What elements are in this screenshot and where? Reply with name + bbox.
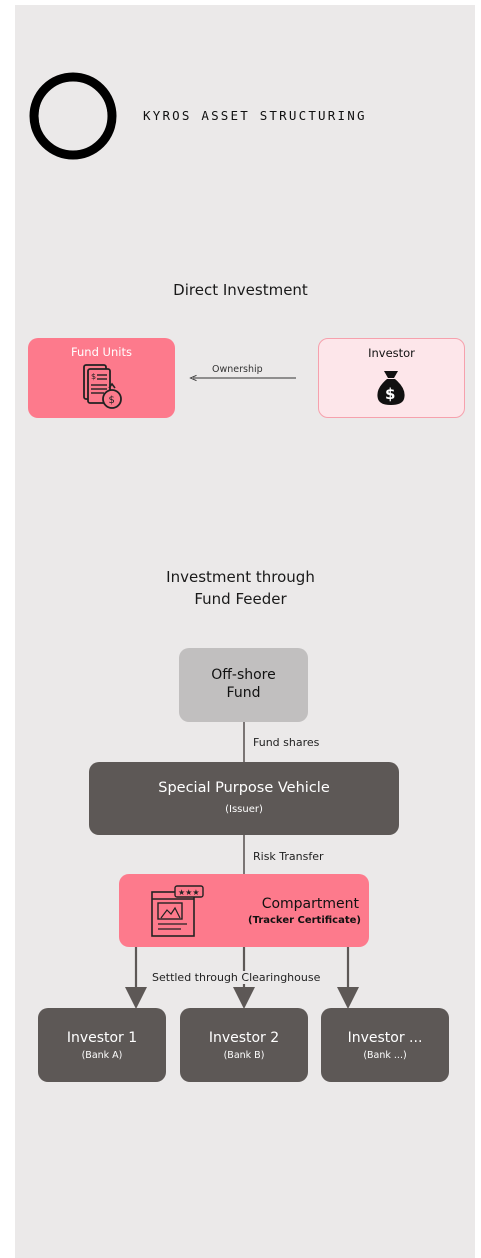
investor-3-title: Investor ... <box>347 1030 423 1046</box>
investor-1-subtitle: (Bank A) <box>81 1050 123 1061</box>
investor-2-box: Investor 2 (Bank B) <box>180 1008 308 1082</box>
spv-title: Special Purpose Vehicle <box>158 780 330 796</box>
spv-subtitle: (Issuer) <box>225 804 263 815</box>
risk-transfer-label: Risk Transfer <box>253 850 324 863</box>
spv-box: Special Purpose Vehicle (Issuer) <box>89 762 399 835</box>
offshore-fund-line2: Fund <box>226 685 261 701</box>
offshore-fund-box: Off-shore Fund <box>179 648 308 722</box>
investor-1-title: Investor 1 <box>66 1030 138 1046</box>
investor-3-subtitle: (Bank ...) <box>363 1050 407 1061</box>
investor-2-subtitle: (Bank B) <box>223 1050 265 1061</box>
investor-3-box: Investor ... (Bank ...) <box>321 1008 449 1082</box>
clearinghouse-label: Settled through Clearinghouse <box>150 971 323 984</box>
fund-shares-label: Fund shares <box>253 736 320 749</box>
offshore-fund-line1: Off-shore <box>211 667 276 683</box>
compartment-title: Compartment <box>261 896 359 912</box>
investor-1-box: Investor 1 (Bank A) <box>38 1008 166 1082</box>
compartment-subtitle: (Tracker Certificate) <box>248 915 361 926</box>
certificate-icon: ★★★ <box>151 885 204 937</box>
svg-text:★★★: ★★★ <box>178 888 200 897</box>
compartment-box: ★★★ Compartment (Tracker Certificate) <box>119 874 369 947</box>
investor-2-title: Investor 2 <box>208 1030 280 1046</box>
